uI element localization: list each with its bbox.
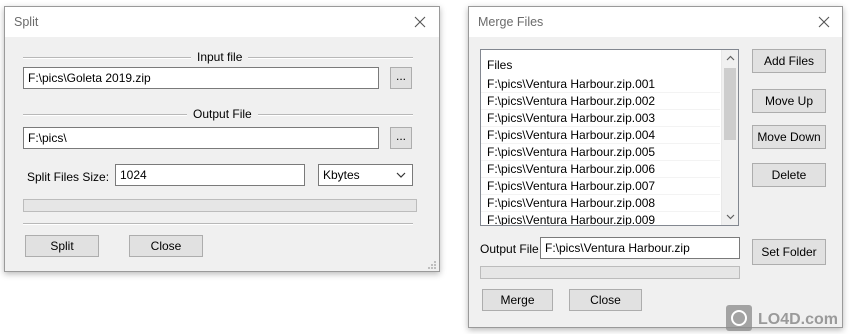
split-titlebar: Split (5, 7, 439, 37)
list-item[interactable]: F:\pics\Ventura Harbour.zip.007 (481, 178, 720, 195)
button-divider (23, 223, 413, 225)
browse-output-button[interactable]: ... (390, 127, 412, 149)
scroll-down-icon[interactable] (722, 208, 738, 225)
merge-window-title: Merge Files (478, 15, 544, 29)
split-window: Split Input file F:\pics\Goleta 2019.zip… (4, 6, 440, 272)
merge-progress-bar (480, 266, 740, 279)
browse-input-button[interactable]: ... (390, 67, 412, 89)
split-progress-bar (23, 199, 417, 212)
split-size-field[interactable]: 1024 (115, 164, 305, 186)
input-file-field[interactable]: F:\pics\Goleta 2019.zip (23, 67, 379, 89)
input-file-label: Input file (191, 50, 249, 64)
list-item[interactable]: F:\pics\Ventura Harbour.zip.004 (481, 127, 720, 144)
merge-titlebar: Merge Files (469, 7, 842, 37)
split-size-label: Split Files Size: (27, 170, 110, 184)
watermark-text: LO4D.com (758, 311, 838, 328)
merge-output-field[interactable]: F:\pics\Ventura Harbour.zip (540, 237, 740, 259)
move-down-button[interactable]: Move Down (752, 125, 826, 149)
list-item[interactable]: F:\pics\Ventura Harbour.zip.009 (481, 212, 720, 225)
split-window-title: Split (14, 15, 39, 29)
unit-select[interactable]: Kbytes (318, 164, 413, 186)
list-item[interactable]: F:\pics\Ventura Harbour.zip.008 (481, 195, 720, 212)
scroll-thumb[interactable] (724, 68, 736, 140)
close-button[interactable]: Close (129, 235, 203, 257)
resize-grip-icon[interactable] (427, 259, 437, 269)
add-files-button[interactable]: Add Files (752, 49, 826, 73)
scroll-up-icon[interactable] (722, 50, 738, 67)
close-icon[interactable] (814, 12, 834, 32)
files-scrollbar[interactable] (721, 50, 738, 225)
files-listbox[interactable]: Files F:\pics\Ventura Harbour.zip.001 F:\… (480, 49, 739, 226)
list-item[interactable]: F:\pics\Ventura Harbour.zip.001 (481, 76, 720, 93)
watermark-logo: LO4D.com (726, 305, 854, 331)
output-file-label: Output File (187, 107, 258, 121)
list-item[interactable]: F:\pics\Ventura Harbour.zip.005 (481, 144, 720, 161)
merge-window: Merge Files Files F:\pics\Ventura Harbou… (468, 6, 843, 328)
set-folder-button[interactable]: Set Folder (752, 239, 826, 265)
close-button[interactable]: Close (569, 289, 642, 311)
unit-select-value: Kbytes (323, 168, 360, 182)
delete-button[interactable]: Delete (752, 163, 826, 187)
split-button[interactable]: Split (25, 235, 99, 257)
output-file-label: Output File (480, 242, 539, 256)
close-icon[interactable] (410, 12, 430, 32)
files-list-header: Files (487, 58, 513, 72)
list-item[interactable]: F:\pics\Ventura Harbour.zip.006 (481, 161, 720, 178)
move-up-button[interactable]: Move Up (752, 89, 826, 113)
list-item[interactable]: F:\pics\Ventura Harbour.zip.002 (481, 93, 720, 110)
output-file-field[interactable]: F:\pics\ (23, 127, 379, 149)
chevron-down-icon (395, 169, 407, 181)
list-item[interactable]: F:\pics\Ventura Harbour.zip.003 (481, 110, 720, 127)
merge-button[interactable]: Merge (482, 289, 553, 311)
